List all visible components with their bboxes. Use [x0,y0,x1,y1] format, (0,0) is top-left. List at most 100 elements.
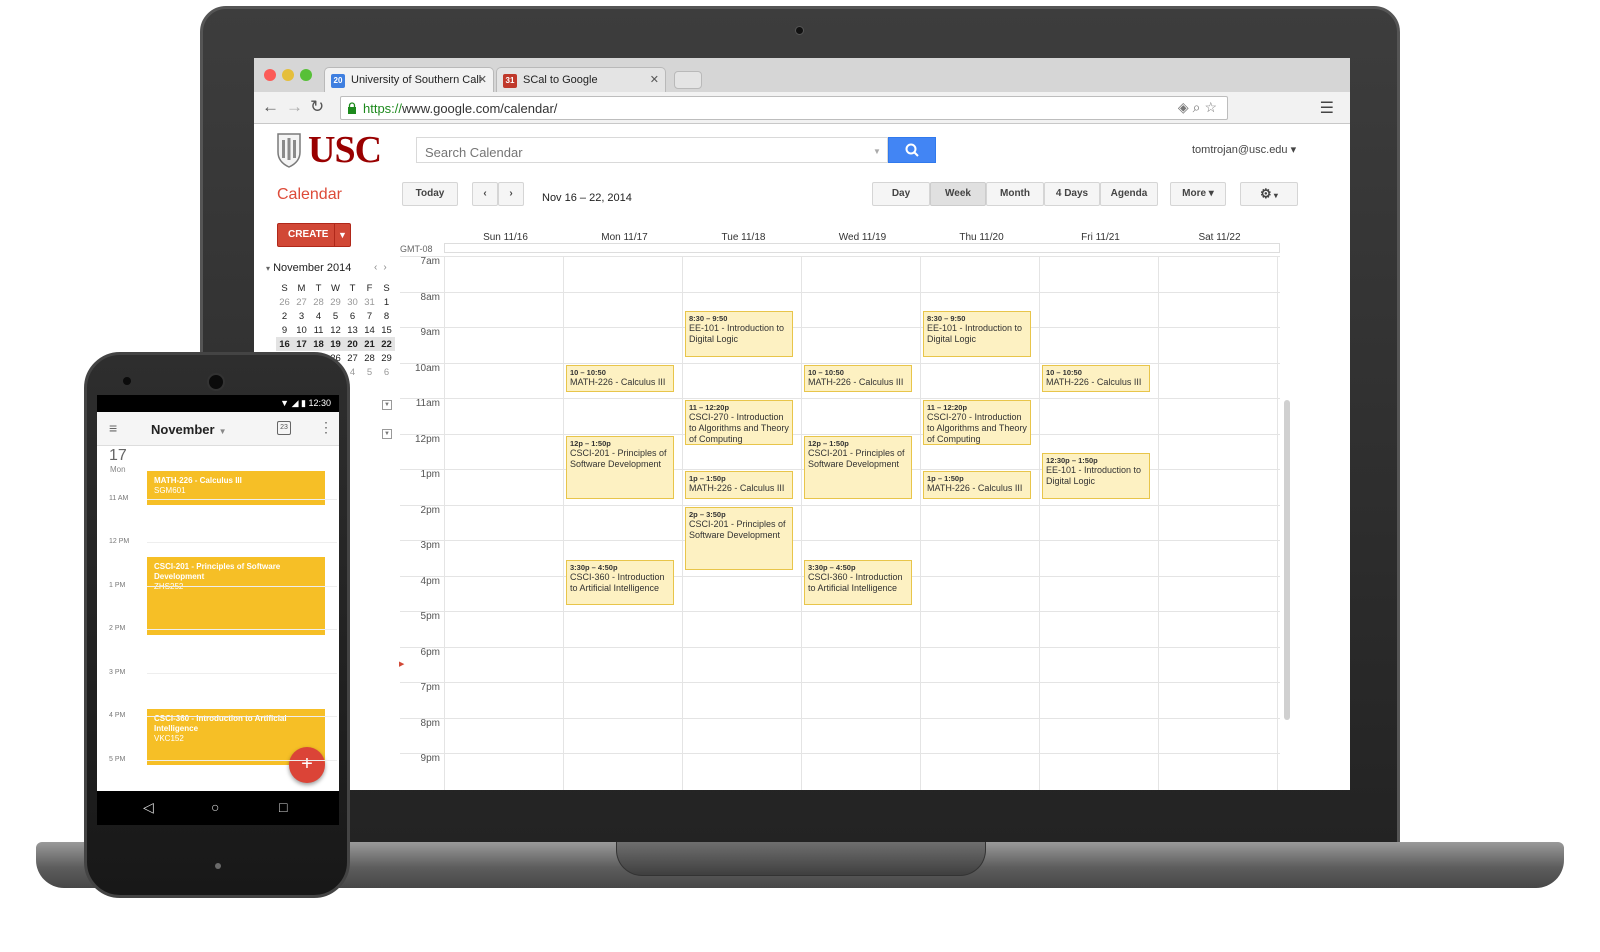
calendar-event[interactable]: 2p – 3:50p CSCI-201 - Principles of Softw… [685,506,793,570]
mini-calendar-day[interactable]: 29 [378,351,395,365]
mini-calendar-day[interactable]: 3 [293,309,310,323]
back-icon[interactable]: ◁ [143,799,154,816]
hour-row[interactable] [400,717,1280,754]
search-options-caret-icon[interactable]: ▼ [873,147,881,156]
search-button[interactable] [888,137,936,163]
calendar-event[interactable]: 10 – 10:50 MATH-226 - Calculus III [1042,364,1150,393]
mini-calendar-day[interactable]: 15 [378,323,395,337]
address-bar[interactable]: https://www.google.com/calendar/ ◈⌕☆ [340,96,1228,120]
next-week-button[interactable]: › [498,182,524,206]
tab-scal-to-google[interactable]: 31 SCal to Google ✕ [496,67,666,92]
mini-calendar-day[interactable]: 20 [344,337,361,351]
mini-calendar-day[interactable]: 29 [327,295,344,309]
hour-row[interactable] [400,398,1280,434]
more-button[interactable]: More ▾ [1170,182,1226,206]
back-arrow-icon[interactable]: ← [262,97,279,117]
mini-calendar-day[interactable]: 1 [378,295,395,309]
calendar-event[interactable]: 3:30p – 4:50p CSCI-360 - Introduction to … [804,559,912,606]
hamburger-menu-icon[interactable]: ≡ [109,420,117,436]
mini-calendar-day[interactable]: 14 [361,323,378,337]
mini-calendar-day[interactable]: 17 [293,337,310,351]
calendar-event[interactable]: 1p – 1:50p MATH-226 - Calculus III [685,471,793,499]
mini-calendar-day[interactable]: 2 [276,309,293,323]
minimize-window-button[interactable] [282,69,294,81]
zoom-window-button[interactable] [300,69,312,81]
new-tab-button[interactable] [674,71,702,89]
mini-calendar-day[interactable]: 10 [293,323,310,337]
today-calendar-icon[interactable]: 23 [277,421,291,435]
close-tab-icon[interactable]: ✕ [478,73,487,86]
mini-calendar-day[interactable]: 16 [276,337,293,351]
overflow-menu-icon[interactable]: ⋮ [319,419,333,436]
phone-event[interactable]: CSCI-201 - Principles of Software Develo… [147,557,325,635]
day-column-header[interactable]: Fri 11/21 [1041,232,1160,243]
mini-calendar-day[interactable]: 22 [378,337,395,351]
previous-week-button[interactable]: ‹ [472,182,498,206]
browser-menu-icon[interactable]: ☰ [1320,98,1334,118]
day-column-header[interactable]: Tue 11/18 [684,232,803,243]
calendar-event[interactable]: 1p – 1:50p MATH-226 - Calculus III [923,471,1031,499]
grid-scrollbar[interactable] [1284,400,1290,720]
view-day-button[interactable]: Day [872,182,930,206]
hour-row[interactable] [400,753,1280,789]
mini-calendar-day[interactable]: 28 [361,351,378,365]
mini-calendar-day[interactable]: 30 [344,295,361,309]
calendar-event[interactable]: 12p – 1:50p CSCI-201 - Principles of Soft… [566,435,674,499]
recents-icon[interactable]: □ [279,799,287,815]
mini-calendar-day[interactable]: 5 [327,309,344,323]
view-month-button[interactable]: Month [986,182,1044,206]
mini-calendar-header[interactable]: ▾ November 2014 [266,262,351,274]
mini-calendar-day[interactable]: 18 [310,337,327,351]
all-day-row[interactable] [444,243,1280,253]
my-calendars-toggle-icon[interactable]: ▼ [382,400,392,410]
calendar-event[interactable]: 12:30p – 1:50p EE-101 - Introduction to D… [1042,453,1150,499]
day-column-header[interactable]: Wed 11/19 [803,232,922,243]
mini-calendar-day[interactable]: 7 [361,309,378,323]
create-button[interactable]: CREATE ▼ [277,223,351,247]
hour-row[interactable] [400,504,1280,541]
mini-calendar-day[interactable]: 27 [344,351,361,365]
close-tab-icon[interactable]: ✕ [650,73,659,86]
settings-button[interactable]: ⚙ ▾ [1240,182,1298,206]
hour-row[interactable] [400,327,1280,363]
mini-calendar-day[interactable]: 26 [276,295,293,309]
mini-calendar-day[interactable]: 6 [344,309,361,323]
hour-row[interactable] [400,646,1280,683]
mini-calendar-nav[interactable]: ‹› [374,262,393,273]
omnibox-icons[interactable]: ◈⌕☆ [1178,99,1221,116]
hour-row[interactable] [400,291,1280,328]
mini-calendar-day[interactable]: 9 [276,323,293,337]
reload-icon[interactable]: ↻ [310,97,324,117]
other-calendars-toggle-icon[interactable]: ▼ [382,429,392,439]
mini-calendar-day[interactable]: 5 [361,365,378,379]
tab-usc-calendar[interactable]: 20 University of Southern Cali ✕ [324,67,494,92]
day-column-header[interactable]: Mon 11/17 [565,232,684,243]
mini-calendar-day[interactable]: 31 [361,295,378,309]
day-column-header[interactable]: Sat 11/22 [1160,232,1279,243]
search-calendar-input[interactable] [416,137,888,163]
calendar-event[interactable]: 11 – 12:20p CSCI-270 - Introduction to Al… [685,400,793,446]
calendar-event[interactable]: 8:30 – 9:50 EE-101 - Introduction to Digi… [923,311,1031,357]
create-dropdown-caret-icon[interactable]: ▼ [334,224,350,246]
calendar-event[interactable]: 12p – 1:50p CSCI-201 - Principles of Soft… [804,435,912,499]
view-week-button[interactable]: Week [930,182,986,206]
hour-row[interactable] [400,682,1280,718]
calendar-event[interactable]: 10 – 10:50 MATH-226 - Calculus III [804,364,912,393]
mini-calendar-day[interactable]: 13 [344,323,361,337]
view-4days-button[interactable]: 4 Days [1044,182,1100,206]
mini-calendar-day[interactable]: 12 [327,323,344,337]
calendar-event[interactable]: 8:30 – 9:50 EE-101 - Introduction to Digi… [685,311,793,357]
view-agenda-button[interactable]: Agenda [1100,182,1158,206]
home-icon[interactable]: ○ [211,799,219,815]
mini-calendar-day[interactable]: 8 [378,309,395,323]
mini-calendar-day[interactable]: 6 [378,365,395,379]
day-column-header[interactable]: Sun 11/16 [446,232,565,243]
account-menu[interactable]: tomtrojan@usc.edu ▾ [1176,143,1296,156]
close-window-button[interactable] [264,69,276,81]
mini-calendar-day[interactable]: 11 [310,323,327,337]
mini-calendar-day[interactable]: 19 [327,337,344,351]
usc-logo[interactable]: USC [276,129,382,171]
calendar-event[interactable]: 10 – 10:50 MATH-226 - Calculus III [566,364,674,393]
today-button[interactable]: Today [402,182,458,206]
mini-calendar-day[interactable]: 27 [293,295,310,309]
